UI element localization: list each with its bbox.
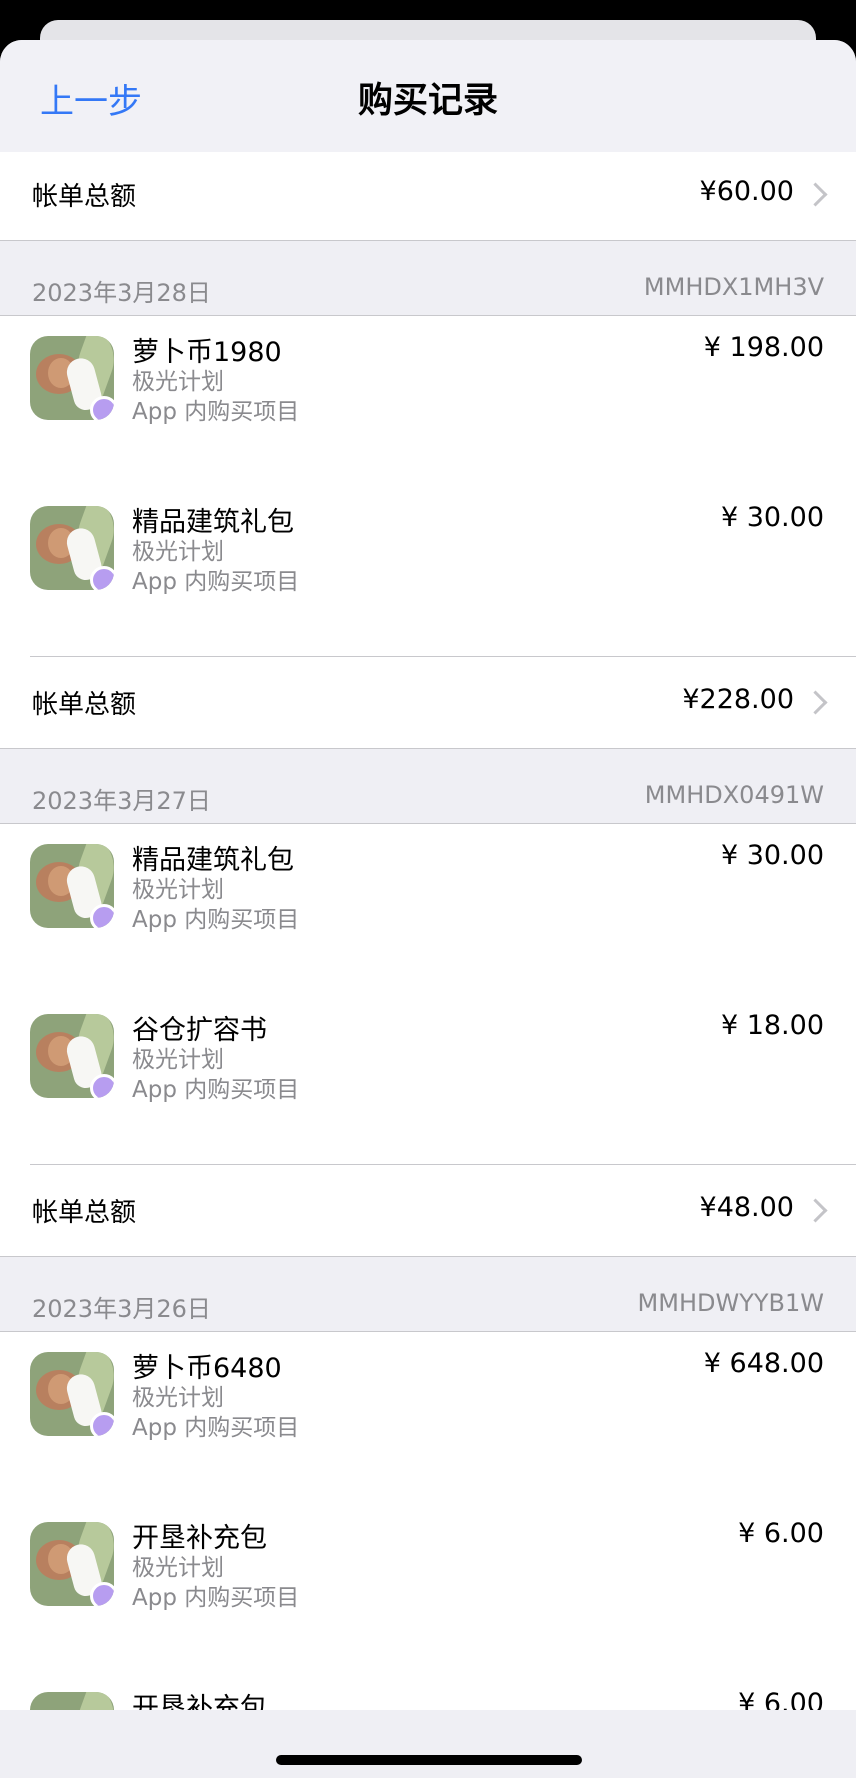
group-card: 萝卜币1980 极光计划 App 内购买项目 ¥ 198.00 精品建筑礼包 极… bbox=[0, 316, 856, 748]
app-icon bbox=[30, 1014, 114, 1098]
item-kind: App 内购买项目 bbox=[132, 399, 300, 425]
item-price: ¥ 6.00 bbox=[738, 1518, 824, 1549]
divider bbox=[30, 1164, 856, 1165]
group-date: 2023年3月26日 bbox=[32, 1295, 211, 1323]
item-kind: App 内购买项目 bbox=[132, 569, 300, 595]
item-kind: App 内购买项目 bbox=[132, 1077, 300, 1103]
item-publisher: 极光计划 bbox=[132, 877, 224, 903]
app-icon bbox=[30, 1352, 114, 1436]
group-date: 2023年3月28日 bbox=[32, 279, 211, 307]
item-price: ¥ 30.00 bbox=[720, 502, 824, 533]
item-price: ¥ 18.00 bbox=[720, 1010, 824, 1041]
divider bbox=[0, 1256, 856, 1257]
divider bbox=[0, 240, 856, 241]
chevron-right-icon bbox=[803, 1198, 828, 1223]
total-value: ¥228.00 bbox=[682, 684, 794, 715]
home-indicator[interactable] bbox=[276, 1755, 582, 1765]
item-publisher: 极光计划 bbox=[132, 369, 224, 395]
chevron-right-icon bbox=[803, 690, 828, 715]
group-order-id: MMHDX0491W bbox=[644, 781, 824, 809]
group-card: 精品建筑礼包 极光计划 App 内购买项目 ¥ 30.00 谷仓扩容书 极光计划… bbox=[0, 824, 856, 1256]
item-publisher: 极光计划 bbox=[132, 1047, 224, 1073]
item-publisher: 极光计划 bbox=[132, 1385, 224, 1411]
group-order-id: MMHDWYYB1W bbox=[637, 1289, 824, 1317]
item-publisher: 极光计划 bbox=[132, 539, 224, 565]
divider bbox=[30, 656, 856, 657]
total-value: ¥48.00 bbox=[699, 1192, 794, 1223]
navigation-bar: 上一步 购买记录 bbox=[0, 40, 856, 152]
total-label: 帐单总额 bbox=[32, 1198, 137, 1228]
app-icon bbox=[30, 844, 114, 928]
total-value: ¥60.00 bbox=[699, 176, 794, 207]
item-kind: App 内购买项目 bbox=[132, 1415, 300, 1441]
total-label: 帐单总额 bbox=[32, 690, 137, 720]
app-icon bbox=[30, 336, 114, 420]
item-price: ¥ 648.00 bbox=[703, 1348, 824, 1379]
item-publisher: 极光计划 bbox=[132, 1555, 224, 1581]
item-price: ¥ 30.00 bbox=[720, 840, 824, 871]
app-icon bbox=[30, 1522, 114, 1606]
item-kind: App 内购买项目 bbox=[132, 907, 300, 933]
chevron-right-icon bbox=[803, 182, 828, 207]
page-title: 购买记录 bbox=[357, 81, 498, 121]
item-price: ¥ 198.00 bbox=[703, 332, 824, 363]
divider bbox=[0, 748, 856, 749]
bottom-safe-area bbox=[0, 1710, 856, 1778]
app-icon bbox=[30, 506, 114, 590]
item-kind: App 内购买项目 bbox=[132, 1585, 300, 1611]
group-date: 2023年3月27日 bbox=[32, 787, 211, 815]
purchase-history-sheet: 帐单总额 ¥60.00 2023年3月28日 MMHDX1MH3V 萝卜币198… bbox=[0, 40, 856, 1778]
group-order-id: MMHDX1MH3V bbox=[643, 273, 824, 301]
total-label: 帐单总额 bbox=[32, 182, 137, 212]
